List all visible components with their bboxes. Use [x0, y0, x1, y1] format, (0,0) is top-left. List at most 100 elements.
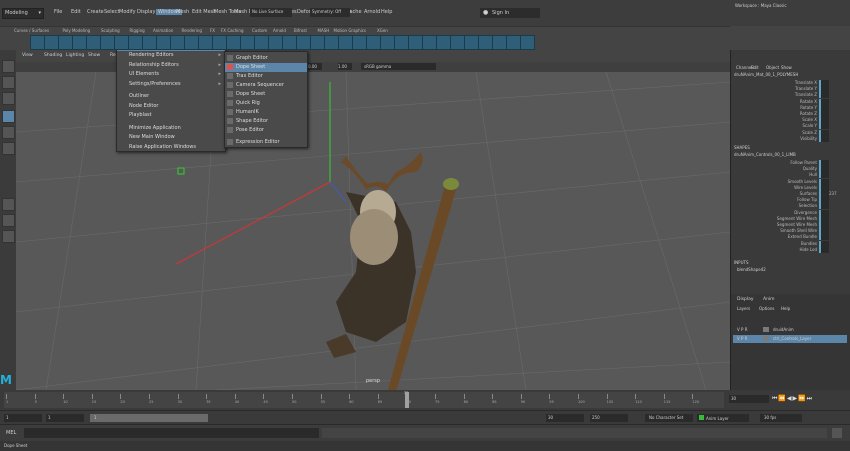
- attribute-value-field[interactable]: [819, 172, 829, 179]
- animation-editors-item[interactable]: Dope Sheet: [225, 90, 307, 99]
- workspace-selector[interactable]: Workspace : Maya Classic: [735, 2, 815, 10]
- shelf-tab[interactable]: Rigging: [130, 28, 145, 33]
- shelf-tool-icon[interactable]: [324, 35, 339, 50]
- animation-editors-item[interactable]: Graph Editor: [225, 54, 307, 63]
- shelf-tool-icon[interactable]: [268, 35, 283, 50]
- script-language-label[interactable]: MEL: [6, 430, 16, 436]
- windows-menu-item[interactable]: Settings/Preferences ▸: [117, 80, 225, 89]
- step-back-icon[interactable]: ⏪: [778, 395, 786, 402]
- current-frame-field[interactable]: 30: [729, 395, 769, 403]
- menu-mesh[interactable]: Mesh: [176, 9, 189, 15]
- shelf-tab[interactable]: Sculpting: [101, 28, 120, 33]
- shelf-tool-icon[interactable]: [450, 35, 465, 50]
- character-set-dropdown[interactable]: No Character Set: [645, 414, 693, 422]
- symmetry-dropdown[interactable]: Symmetry: Off: [310, 8, 350, 17]
- time-slider[interactable]: 1510152025303540455055606570758085909510…: [0, 390, 850, 410]
- windows-menu-item[interactable]: Relationship Editors ▸: [117, 61, 225, 70]
- layer-tab[interactable]: Display: [737, 297, 754, 302]
- windows-menu-item[interactable]: Outliner: [117, 92, 225, 101]
- shelf-tool-icon[interactable]: [478, 35, 493, 50]
- attribute-value-field[interactable]: [819, 135, 829, 142]
- windows-menu-item[interactable]: Node Editor: [117, 102, 225, 111]
- shelf-tab[interactable]: Rendering: [182, 28, 202, 33]
- windows-menu-item[interactable]: Rendering Editors ▸: [117, 51, 225, 60]
- shelf-tool-icon[interactable]: [44, 35, 59, 50]
- shelf-tool-icon[interactable]: [352, 35, 367, 50]
- end-time-field[interactable]: 250: [590, 414, 628, 422]
- shelf-tool-icon[interactable]: [422, 35, 437, 50]
- attribute-value-field[interactable]: [819, 123, 829, 130]
- shelf-tool-icon[interactable]: [520, 35, 535, 50]
- shelf-tool-icon[interactable]: [142, 35, 157, 50]
- attribute-value-field[interactable]: [819, 129, 829, 136]
- shelf-tool-icon[interactable]: [72, 35, 87, 50]
- range-bar[interactable]: 1: [90, 414, 208, 422]
- shelf-tool-icon[interactable]: [408, 35, 423, 50]
- shelf-tool-icon[interactable]: [100, 35, 115, 50]
- shelf-tool-icon[interactable]: [170, 35, 185, 50]
- layer-menu[interactable]: Options: [759, 306, 774, 311]
- attribute-value-field[interactable]: [819, 222, 829, 228]
- attribute-value-field[interactable]: [819, 104, 829, 111]
- shelf-tab[interactable]: XGen: [377, 28, 388, 33]
- current-time-marker[interactable]: [405, 392, 409, 408]
- menu-create[interactable]: Create: [87, 9, 104, 15]
- attribute-value-field[interactable]: [819, 215, 829, 222]
- layer-menu[interactable]: Help: [781, 306, 790, 311]
- shelf-tool-icon[interactable]: [394, 35, 409, 50]
- workspace-dropdown[interactable]: Modeling ▾: [2, 8, 44, 19]
- playback-end-field[interactable]: 30: [546, 414, 584, 422]
- shelf-tab[interactable]: FX: [210, 28, 215, 33]
- attribute-value-field[interactable]: [819, 117, 829, 124]
- script-editor-icon[interactable]: [832, 428, 842, 438]
- shelf-tool-icon[interactable]: [380, 35, 395, 50]
- attribute-value-field[interactable]: [819, 178, 829, 185]
- layer-menu[interactable]: Layers: [737, 306, 750, 311]
- attribute-value-field[interactable]: [819, 209, 829, 216]
- gamma-field[interactable]: 1.00: [338, 63, 352, 70]
- sign-in-button[interactable]: ● Sign In: [480, 8, 540, 18]
- attribute-value-field[interactable]: [819, 80, 829, 86]
- shelf-tool-icon[interactable]: [128, 35, 143, 50]
- shelf-tool-icon[interactable]: [86, 35, 101, 50]
- attribute-value-field[interactable]: [819, 203, 829, 210]
- attribute-value-field[interactable]: [819, 191, 829, 197]
- attribute-value-field[interactable]: [819, 160, 829, 166]
- scale-tool-icon[interactable]: [2, 142, 15, 155]
- shelf-tool-icon[interactable]: [212, 35, 227, 50]
- shelf-tool-icon[interactable]: [366, 35, 381, 50]
- start-time-field[interactable]: 1: [4, 414, 42, 422]
- shelf-tab[interactable]: Arnold: [273, 28, 286, 33]
- attribute-value-field[interactable]: [819, 240, 829, 247]
- color-space-dropdown[interactable]: sRGB gamma: [361, 63, 436, 70]
- shelf-tool-icon[interactable]: [506, 35, 521, 50]
- shelf-tool-icon[interactable]: [30, 35, 45, 50]
- time-slider-track[interactable]: [4, 392, 724, 408]
- menu-arnold[interactable]: Arnold: [364, 9, 380, 15]
- shelf-tool-icon[interactable]: [184, 35, 199, 50]
- menu-file[interactable]: File: [54, 9, 62, 15]
- attribute-value-field[interactable]: [819, 166, 829, 173]
- channel-tab[interactable]: Edit: [751, 65, 759, 70]
- goto-end-icon[interactable]: ⏭: [807, 395, 813, 402]
- shelf-tool-icon[interactable]: [58, 35, 73, 50]
- move-tool-icon[interactable]: [2, 110, 15, 123]
- layout-two-icon[interactable]: [2, 230, 15, 243]
- shelf-tool-icon[interactable]: [114, 35, 129, 50]
- animation-editors-item[interactable]: Dope Sheet: [225, 63, 307, 72]
- animation-editors-item[interactable]: Shape Editor: [225, 117, 307, 126]
- attribute-value-field[interactable]: [819, 197, 829, 204]
- step-forward-icon[interactable]: ⏩: [798, 395, 806, 402]
- attribute-value-field[interactable]: [819, 184, 829, 191]
- shelf-tool-icon[interactable]: [436, 35, 451, 50]
- channel-attribute-row[interactable]: Visibility: [731, 135, 850, 143]
- menu-modify[interactable]: Modify: [119, 9, 136, 15]
- layout-single-icon[interactable]: [2, 198, 15, 211]
- animation-editors-item[interactable]: Pose Editor: [225, 126, 307, 135]
- windows-menu-item[interactable]: UI Elements ▸: [117, 70, 225, 79]
- shelf-tab[interactable]: Motion Graphics: [334, 28, 367, 33]
- menu-display[interactable]: Display: [137, 9, 155, 15]
- shelf-tab[interactable]: Custom: [252, 28, 267, 33]
- shelf-tool-icon[interactable]: [254, 35, 269, 50]
- shelf-tool-icon[interactable]: [296, 35, 311, 50]
